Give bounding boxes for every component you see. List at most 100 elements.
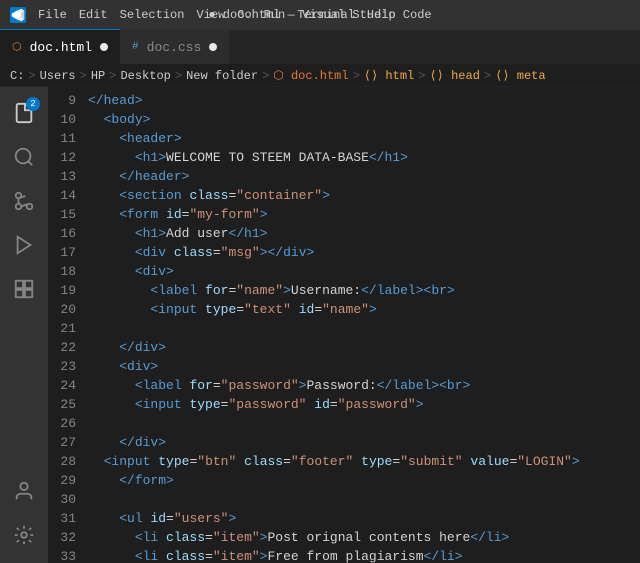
line-content: <h1>WELCOME TO STEEM DATA-BASE</h1> (88, 148, 640, 167)
menu-file[interactable]: File (38, 8, 67, 22)
table-row: 30 (48, 490, 640, 509)
line-content: <ul id="users"> (88, 509, 640, 528)
line-number: 30 (48, 490, 88, 509)
line-content: <header> (88, 129, 640, 148)
table-row: 15 <form id="my-form"> (48, 205, 640, 224)
line-number: 32 (48, 528, 88, 547)
line-number: 31 (48, 509, 88, 528)
vscode-logo (10, 7, 26, 23)
activity-debug[interactable] (4, 225, 44, 265)
activity-extensions[interactable] (4, 269, 44, 309)
css-file-icon: # (132, 41, 139, 53)
line-number: 17 (48, 243, 88, 262)
table-row: 28 <input type="btn" class="footer" type… (48, 452, 640, 471)
line-number: 26 (48, 414, 88, 433)
table-row: 26 (48, 414, 640, 433)
line-content: <label for="name">Username:</label><br> (88, 281, 640, 300)
table-row: 19 <label for="name">Username:</label><b… (48, 281, 640, 300)
activity-bar-bottom (4, 471, 44, 563)
tab-css-modified-dot (209, 43, 217, 51)
line-number: 22 (48, 338, 88, 357)
activity-source-control[interactable] (4, 181, 44, 221)
table-row: 22 </div> (48, 338, 640, 357)
line-number: 28 (48, 452, 88, 471)
line-number: 20 (48, 300, 88, 319)
table-row: 13 </header> (48, 167, 640, 186)
line-content: <body> (88, 110, 640, 129)
tab-bar: ⬡ doc.html # doc.css (0, 30, 640, 65)
table-row: 14 <section class="container"> (48, 186, 640, 205)
line-content: <input type="password" id="password"> (88, 395, 640, 414)
table-row: 17 <div class="msg"></div> (48, 243, 640, 262)
line-number: 29 (48, 471, 88, 490)
breadcrumb-users[interactable]: Users (40, 69, 76, 83)
menu-selection[interactable]: Selection (120, 8, 185, 22)
menu-edit[interactable]: Edit (79, 8, 108, 22)
line-content: <section class="container"> (88, 186, 640, 205)
line-content: <li class="item">Post orignal contents h… (88, 528, 640, 547)
line-number: 25 (48, 395, 88, 414)
line-number: 9 (48, 91, 88, 110)
code-lines: 9</head>10 <body>11 <header>12 <h1>WELCO… (48, 87, 640, 563)
line-content: <h1>Add user</h1> (88, 224, 640, 243)
line-content: <li class="item">Free from plagiarism</l… (88, 547, 640, 563)
table-row: 23 <div> (48, 357, 640, 376)
table-row: 12 <h1>WELCOME TO STEEM DATA-BASE</h1> (48, 148, 640, 167)
line-number: 15 (48, 205, 88, 224)
line-content: <div class="msg"></div> (88, 243, 640, 262)
breadcrumb-head[interactable]: ⟨⟩ head (429, 68, 479, 83)
table-row: 33 <li class="item">Free from plagiarism… (48, 547, 640, 563)
activity-search[interactable] (4, 137, 44, 177)
table-row: 16 <h1>Add user</h1> (48, 224, 640, 243)
line-number: 10 (48, 110, 88, 129)
tab-doc-html[interactable]: ⬡ doc.html (0, 29, 120, 64)
breadcrumb-c[interactable]: C: (10, 69, 24, 83)
activity-bar: 2 (0, 87, 48, 563)
breadcrumb-dochtml[interactable]: ⬡ doc.html (273, 68, 348, 83)
main-area: 2 (0, 87, 640, 563)
breadcrumb-hp[interactable]: HP (91, 69, 105, 83)
breadcrumb-html[interactable]: ⟨⟩ html (364, 68, 414, 83)
line-content: <input type="text" id="name"> (88, 300, 640, 319)
activity-settings[interactable] (4, 515, 44, 555)
line-number: 24 (48, 376, 88, 395)
code-editor[interactable]: 9</head>10 <body>11 <header>12 <h1>WELCO… (48, 87, 640, 563)
line-number: 23 (48, 357, 88, 376)
tab-doc-css[interactable]: # doc.css (120, 29, 229, 64)
table-row: 32 <li class="item">Post orignal content… (48, 528, 640, 547)
line-content: </form> (88, 471, 640, 490)
tab-modified-dot (100, 43, 108, 51)
line-number: 13 (48, 167, 88, 186)
table-row: 27 </div> (48, 433, 640, 452)
title-bar: File Edit Selection View Go Run Terminal… (0, 0, 640, 30)
line-number: 18 (48, 262, 88, 281)
line-number: 11 (48, 129, 88, 148)
breadcrumb: C: > Users > HP > Desktop > New folder >… (0, 65, 640, 87)
line-number: 14 (48, 186, 88, 205)
table-row: 24 <label for="password">Password:</labe… (48, 376, 640, 395)
line-content: <div> (88, 262, 640, 281)
line-content (88, 414, 640, 433)
table-row: 31 <ul id="users"> (48, 509, 640, 528)
line-content (88, 319, 640, 338)
activity-files[interactable]: 2 (4, 93, 44, 133)
line-number: 16 (48, 224, 88, 243)
line-content: <label for="password">Password:</label><… (88, 376, 640, 395)
table-row: 9</head> (48, 91, 640, 110)
breadcrumb-desktop[interactable]: Desktop (120, 69, 170, 83)
window-title: ● doc.html — Visual Studio Code (208, 8, 431, 22)
table-row: 20 <input type="text" id="name"> (48, 300, 640, 319)
activity-account[interactable] (4, 471, 44, 511)
tab-doc-html-label: doc.html (30, 40, 92, 55)
table-row: 25 <input type="password" id="password"> (48, 395, 640, 414)
table-row: 18 <div> (48, 262, 640, 281)
table-row: 29 </form> (48, 471, 640, 490)
line-content: <div> (88, 357, 640, 376)
line-content (88, 490, 640, 509)
line-number: 33 (48, 547, 88, 563)
line-content: <form id="my-form"> (88, 205, 640, 224)
breadcrumb-newfolder[interactable]: New folder (186, 69, 258, 83)
tab-doc-css-label: doc.css (147, 40, 202, 55)
line-number: 19 (48, 281, 88, 300)
breadcrumb-meta[interactable]: ⟨⟩ meta (495, 68, 545, 83)
